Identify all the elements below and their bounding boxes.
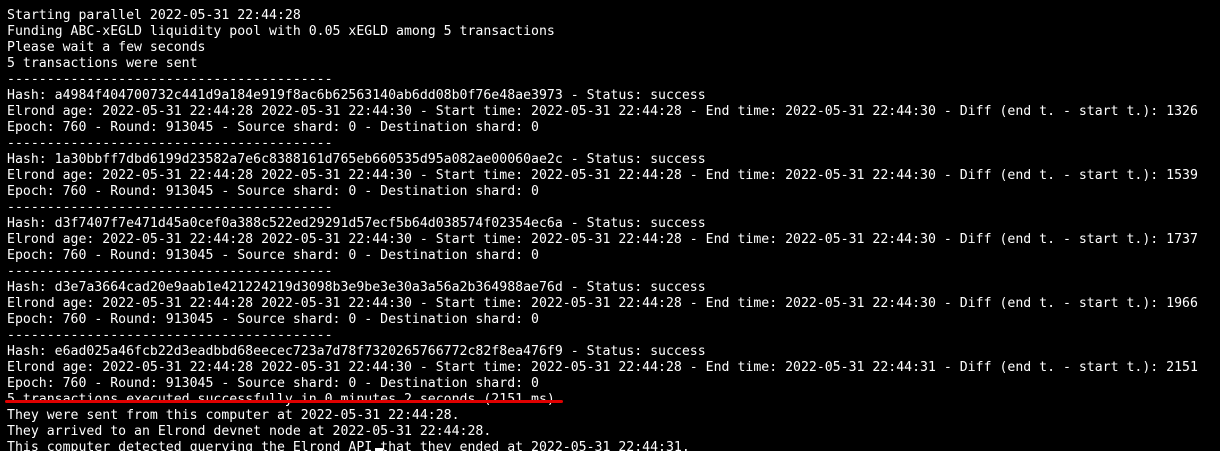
terminal-line-cut-off [7, 0, 1220, 8]
sent-time-line: They were sent from this computer at 202… [7, 408, 460, 423]
tx-hash-line: Hash: d3e7a3664cad20e9aab1e421224219d309… [7, 280, 706, 295]
arrived-time-line: They arrived to an Elrond devnet node at… [7, 424, 492, 439]
tx-epoch-line: Epoch: 760 - Round: 913045 - Source shar… [7, 120, 539, 135]
tx-timing-line: Elrond age: 2022-05-31 22:44:28 2022-05-… [7, 296, 1198, 311]
terminal-window[interactable]: Starting parallel 2022-05-31 22:44:28 Fu… [0, 0, 1220, 451]
tx-hash-line: Hash: e6ad025a46fcb22d3eadbbd68eecec723a… [7, 344, 706, 359]
terminal-line-start: Starting parallel 2022-05-31 22:44:28 [7, 8, 301, 23]
separator-line: ----------------------------------------… [7, 200, 333, 215]
separator-line: ----------------------------------------… [7, 136, 333, 151]
tx-epoch-line: Epoch: 760 - Round: 913045 - Source shar… [7, 184, 539, 199]
ended-time-line: This computer detected querying the Elro… [7, 440, 690, 451]
tx-timing-line: Elrond age: 2022-05-31 22:44:28 2022-05-… [7, 104, 1198, 119]
separator-line: ----------------------------------------… [7, 264, 333, 279]
red-underline-annotation [5, 400, 563, 403]
separator-line: ----------------------------------------… [7, 72, 333, 87]
terminal-line-sent: 5 transactions were sent [7, 56, 198, 71]
tx-epoch-line: Epoch: 760 - Round: 913045 - Source shar… [7, 376, 539, 391]
tx-hash-line: Hash: a4984f404700732c441d9a184e919f8ac6… [7, 88, 706, 103]
tx-timing-line: Elrond age: 2022-05-31 22:44:28 2022-05-… [7, 168, 1198, 183]
tx-hash-line: Hash: d3f7407f7e471d45a0cef0a388c522ed29… [7, 216, 706, 231]
tx-epoch-line: Epoch: 760 - Round: 913045 - Source shar… [7, 312, 539, 327]
tx-epoch-line: Epoch: 760 - Round: 913045 - Source shar… [7, 248, 539, 263]
tx-timing-line: Elrond age: 2022-05-31 22:44:28 2022-05-… [7, 360, 1198, 375]
tx-timing-line: Elrond age: 2022-05-31 22:44:28 2022-05-… [7, 232, 1198, 247]
terminal-line-funding: Funding ABC-xEGLD liquidity pool with 0.… [7, 24, 555, 39]
terminal-output: Starting parallel 2022-05-31 22:44:28 Fu… [7, 0, 1220, 451]
separator-line: ----------------------------------------… [7, 328, 333, 343]
terminal-line-wait: Please wait a few seconds [7, 40, 206, 55]
tx-hash-line: Hash: 1a30bbff7dbd6199d23582a7e6c8388161… [7, 152, 706, 167]
